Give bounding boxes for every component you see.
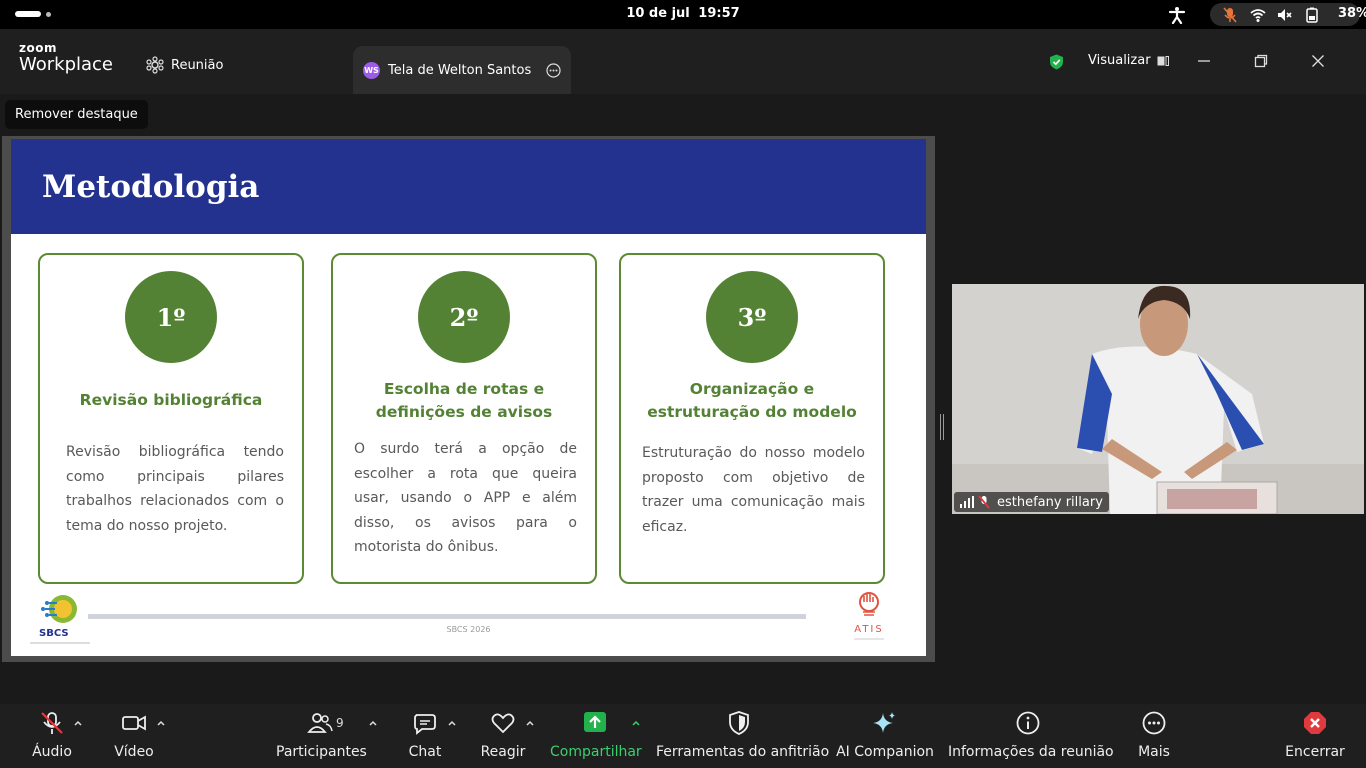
video-options-chevron-icon[interactable] bbox=[156, 718, 166, 728]
react-label: Reagir bbox=[480, 744, 526, 760]
chat-label: Chat bbox=[408, 744, 442, 760]
system-status-bar: 10 de jul 19:57 38% bbox=[0, 0, 1366, 29]
participants-icon bbox=[307, 713, 333, 733]
step-number-circle: 3º bbox=[706, 271, 798, 363]
atis-logo: ATIS bbox=[854, 592, 884, 640]
more-button[interactable]: Mais bbox=[1134, 710, 1174, 760]
ai-companion-label: AI Companion bbox=[836, 744, 934, 760]
video-button[interactable]: Vídeo bbox=[112, 710, 156, 760]
step-number-circle: 2º bbox=[418, 271, 510, 363]
minimize-icon[interactable] bbox=[1197, 54, 1211, 68]
participants-count: 9 bbox=[336, 716, 344, 730]
participants-options-chevron-icon[interactable] bbox=[368, 718, 378, 728]
share-label: Compartilhar bbox=[550, 744, 642, 760]
tab-screen-share[interactable]: WS Tela de Welton Santos bbox=[353, 46, 571, 94]
participant-name: esthefany rillary bbox=[997, 494, 1103, 510]
resize-handle[interactable] bbox=[940, 414, 944, 440]
card-title: Organização e estruturação do modelo bbox=[647, 380, 857, 421]
card-body: Estruturação do nosso modelo proposto co… bbox=[642, 445, 865, 535]
meeting-toolbar: Áudio Vídeo Participantes 9 Chat Reagir … bbox=[0, 704, 1366, 768]
audio-label: Áudio bbox=[32, 744, 72, 760]
card-body: O surdo terá a opção de escolher a rota … bbox=[354, 441, 577, 555]
participant-video-feed bbox=[952, 284, 1364, 514]
more-options-icon[interactable] bbox=[546, 63, 561, 78]
atis-logo-text: ATIS bbox=[854, 624, 883, 635]
heart-icon bbox=[491, 713, 515, 734]
end-call-icon bbox=[1304, 712, 1326, 734]
tab-screen-share-label: Tela de Welton Santos bbox=[388, 62, 532, 78]
accessibility-icon[interactable] bbox=[1168, 6, 1186, 24]
host-shield-icon bbox=[729, 711, 749, 735]
method-card-2: 2º Escolha de rotas e definições de avis… bbox=[331, 253, 597, 584]
tab-meeting[interactable]: Reunião bbox=[146, 47, 223, 83]
ai-sparkle-icon bbox=[873, 712, 895, 733]
react-options-chevron-icon[interactable] bbox=[525, 718, 535, 728]
chat-button[interactable]: Chat bbox=[404, 710, 446, 760]
slide-footer-text: SBCS 2026 bbox=[446, 625, 491, 634]
share-screen-icon bbox=[584, 712, 606, 732]
system-time: 19:57 bbox=[698, 6, 740, 21]
close-window-icon[interactable] bbox=[1311, 54, 1325, 68]
system-date: 10 de jul bbox=[626, 6, 690, 21]
battery-percent: 38% bbox=[1338, 6, 1366, 21]
end-meeting-label: Encerrar bbox=[1285, 744, 1345, 760]
meeting-info-button[interactable]: Informações da reunião bbox=[948, 710, 1114, 760]
participant-muted-icon bbox=[978, 495, 990, 509]
view-button-label: Visualizar bbox=[1088, 53, 1151, 68]
tab-meeting-label: Reunião bbox=[171, 57, 224, 73]
sbcs-logo-text: SBCS bbox=[39, 628, 69, 639]
chat-options-chevron-icon[interactable] bbox=[447, 718, 457, 728]
participants-label: Participantes bbox=[276, 744, 367, 760]
info-icon bbox=[1016, 711, 1040, 735]
host-tools-button[interactable]: Ferramentas do anfitrião bbox=[656, 710, 830, 760]
remove-spotlight-button[interactable]: Remover destaque bbox=[5, 100, 148, 129]
zoom-workplace-logo: zoom Workplace bbox=[19, 41, 114, 75]
more-dots-icon bbox=[1142, 711, 1166, 735]
sbcs-logo: SBCS bbox=[30, 595, 90, 644]
view-layout-icon bbox=[1157, 55, 1169, 66]
battery-icon bbox=[1306, 7, 1318, 23]
volume-muted-icon bbox=[1278, 9, 1292, 21]
share-options-chevron-icon[interactable] bbox=[631, 718, 641, 728]
system-tray[interactable]: 38% bbox=[1210, 3, 1366, 26]
ai-companion-button[interactable]: AI Companion bbox=[836, 710, 934, 760]
chat-icon bbox=[414, 714, 436, 735]
participant-video-tile[interactable]: esthefany rillary bbox=[952, 284, 1364, 514]
signal-strength-icon bbox=[960, 496, 974, 508]
mic-muted-icon bbox=[41, 712, 63, 734]
system-clock[interactable]: 10 de jul 19:57 bbox=[0, 6, 1366, 21]
video-label: Vídeo bbox=[114, 744, 154, 760]
slide-title: Metodologia bbox=[42, 169, 260, 205]
mic-muted-icon bbox=[1223, 7, 1237, 23]
step-number-circle: 1º bbox=[125, 271, 217, 363]
card-title: Escolha de rotas e definições de avisos bbox=[375, 380, 553, 421]
slide-header: Metodologia bbox=[11, 139, 926, 234]
participant-name-tag: esthefany rillary bbox=[954, 492, 1109, 512]
method-card-1: 1º Revisão bibliográfica Revisão bibliog… bbox=[38, 253, 304, 584]
view-button[interactable]: Visualizar bbox=[1088, 53, 1169, 68]
audio-options-chevron-icon[interactable] bbox=[73, 718, 83, 728]
host-tools-label: Ferramentas do anfitrião bbox=[656, 744, 830, 760]
participants-button[interactable]: Participantes bbox=[276, 710, 367, 760]
more-label: Mais bbox=[1138, 744, 1170, 760]
end-meeting-button[interactable]: Encerrar bbox=[1284, 710, 1346, 760]
meeting-stage: Remover destaque Metodologia 1º Revisão … bbox=[0, 94, 1366, 704]
encryption-shield-icon[interactable] bbox=[1049, 54, 1064, 70]
card-body: Revisão bibliográfica tendo como princip… bbox=[66, 444, 284, 534]
method-card-3: 3º Organização e estruturação do modelo … bbox=[619, 253, 885, 584]
presenter-avatar: WS bbox=[363, 61, 380, 79]
card-title: Revisão bibliográfica bbox=[79, 391, 263, 409]
camera-icon bbox=[122, 715, 146, 731]
restore-icon[interactable] bbox=[1254, 54, 1268, 68]
shared-screen[interactable]: Metodologia 1º Revisão bibliográfica Rev… bbox=[2, 136, 935, 662]
audio-button[interactable]: Áudio bbox=[30, 710, 74, 760]
meeting-info-label: Informações da reunião bbox=[948, 744, 1114, 760]
share-button[interactable]: Compartilhar bbox=[550, 710, 642, 760]
wifi-icon bbox=[1250, 9, 1266, 22]
slide-footer-line bbox=[88, 614, 806, 619]
meeting-icon bbox=[146, 56, 164, 74]
react-button[interactable]: Reagir bbox=[478, 710, 528, 760]
zoom-title-bar: zoom Workplace Reunião WS Tela de Welton… bbox=[0, 29, 1366, 94]
presentation-slide: Metodologia 1º Revisão bibliográfica Rev… bbox=[11, 139, 926, 656]
